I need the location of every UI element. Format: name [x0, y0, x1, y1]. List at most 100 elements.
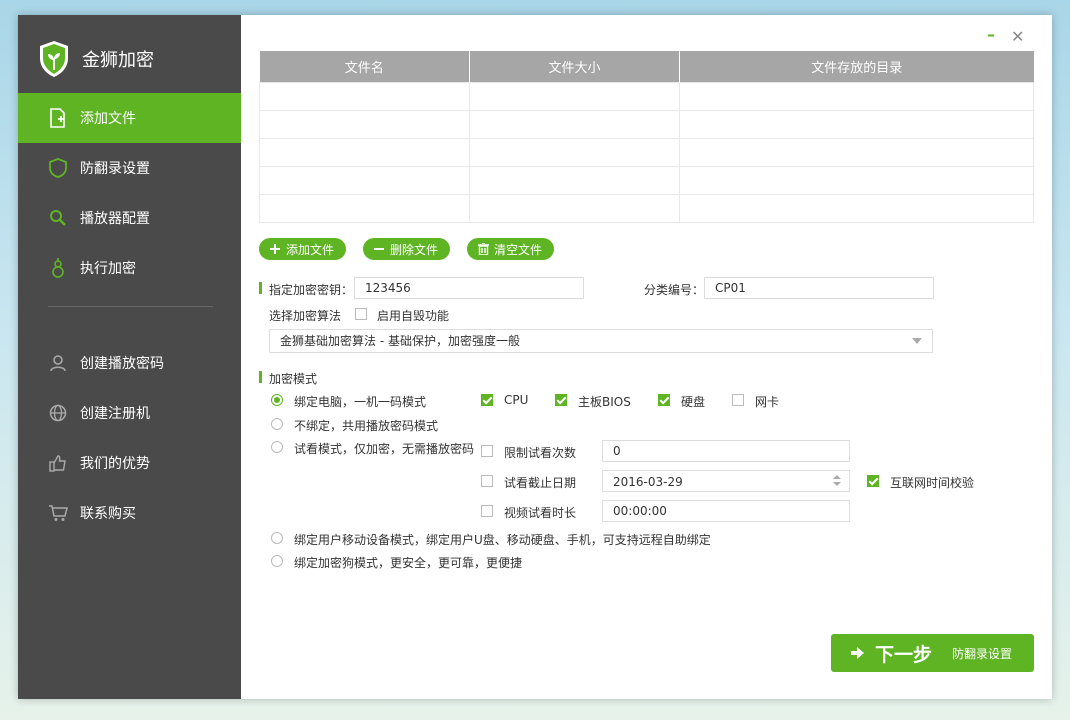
sidebar-item-anti-record[interactable]: 防翻录设置 — [18, 143, 241, 193]
app-window: 金狮加密 添加文件 防翻录设置 播放器配置 执行加密 创建播放密码 创建注册机 … — [18, 15, 1052, 699]
user-icon — [46, 351, 70, 375]
arrow-right-icon — [851, 646, 865, 660]
table-cell — [259, 110, 470, 139]
table-cell — [679, 82, 1034, 111]
minus-icon — [373, 243, 385, 255]
table-row[interactable] — [259, 166, 1034, 195]
mode-option-label: 绑定加密狗模式，更安全，更可靠，更便捷 — [294, 556, 523, 570]
trash-icon — [477, 243, 489, 255]
table-cell — [259, 138, 470, 167]
table-cell — [679, 166, 1034, 195]
table-row[interactable] — [259, 82, 1034, 111]
col-header-filesize[interactable]: 文件大小 — [469, 51, 680, 83]
table-cell — [679, 138, 1034, 167]
disk-checkbox[interactable] — [658, 394, 670, 406]
algorithm-label: 选择加密算法 — [269, 309, 342, 323]
table-row[interactable] — [259, 194, 1034, 223]
sidebar-divider — [48, 306, 213, 307]
limit-count-input[interactable] — [602, 440, 850, 462]
minimize-button[interactable]: – — [987, 25, 995, 44]
table-cell — [679, 194, 1034, 223]
section-marker — [259, 371, 262, 383]
sidebar-item-contact-buy[interactable]: 联系购买 — [18, 488, 241, 538]
table-cell — [679, 110, 1034, 139]
sidebar-item-label: 执行加密 — [80, 261, 136, 277]
sidebar-item-label: 创建注册机 — [80, 406, 150, 422]
col-header-directory[interactable]: 文件存放的目录 — [679, 51, 1034, 83]
table-cell — [259, 194, 470, 223]
mode-option-label: 试看模式，仅加密，无需播放密码 — [294, 442, 475, 456]
next-step-button[interactable]: 下一步 防翻录设置 — [831, 634, 1034, 672]
limit-count-label: 限制试看次数 — [504, 446, 577, 460]
sidebar-item-create-play-password[interactable]: 创建播放密码 — [18, 338, 241, 388]
table-cell — [469, 138, 680, 167]
search-icon — [46, 206, 70, 230]
end-date-checkbox[interactable] — [481, 475, 493, 487]
duration-checkbox[interactable] — [481, 505, 493, 517]
self-destruct-checkbox[interactable] — [355, 308, 367, 320]
sidebar-item-label: 播放器配置 — [80, 211, 150, 227]
end-date-value: 2016-03-29 — [613, 475, 683, 489]
mode-option-label: 不绑定，共用播放密码模式 — [294, 419, 439, 433]
table-cell — [469, 82, 680, 111]
clear-files-label: 清空文件 — [494, 242, 543, 257]
cpu-checkbox[interactable] — [481, 394, 493, 406]
mode-label: 加密模式 — [269, 372, 318, 386]
mode-radio-no-bind[interactable] — [271, 418, 283, 430]
bios-checkbox[interactable] — [555, 394, 567, 406]
internet-time-label: 互联网时间校验 — [890, 476, 975, 490]
cpu-label: CPU — [504, 393, 529, 407]
delete-file-label: 删除文件 — [390, 242, 439, 257]
bios-label: 主板BIOS — [578, 395, 631, 409]
next-step-label: 下一步 — [875, 643, 933, 666]
thumbs-up-icon — [46, 451, 70, 475]
table-cell — [469, 166, 680, 195]
brand-name: 金狮加密 — [82, 50, 154, 71]
table-row[interactable] — [259, 110, 1034, 139]
end-date-label: 试看截止日期 — [504, 476, 577, 490]
next-step-sublabel: 防翻录设置 — [952, 646, 1013, 661]
internet-time-checkbox[interactable] — [867, 475, 879, 487]
chevron-down-icon — [912, 338, 922, 344]
duration-input[interactable] — [602, 500, 850, 522]
sidebar-item-create-keygen[interactable]: 创建注册机 — [18, 388, 241, 438]
col-header-filename[interactable]: 文件名 — [259, 51, 470, 83]
category-input[interactable] — [704, 277, 934, 299]
nic-checkbox[interactable] — [732, 394, 744, 406]
sidebar-item-run-encrypt[interactable]: 执行加密 — [18, 243, 241, 293]
brand: 金狮加密 — [38, 39, 154, 79]
sidebar: 金狮加密 添加文件 防翻录设置 播放器配置 执行加密 创建播放密码 创建注册机 … — [18, 15, 241, 699]
mode-radio-dongle[interactable] — [271, 555, 283, 567]
shield-logo-icon — [38, 40, 70, 78]
nic-label: 网卡 — [755, 395, 780, 409]
category-label: 分类编号： — [644, 283, 705, 297]
table-header-row: 文件名 文件大小 文件存放的目录 — [259, 51, 1034, 83]
sidebar-item-advantages[interactable]: 我们的优势 — [18, 438, 241, 488]
sidebar-item-label: 创建播放密码 — [80, 356, 164, 372]
duration-label: 视频试看时长 — [504, 506, 577, 520]
gourd-icon — [46, 256, 70, 280]
mode-radio-bind-pc[interactable] — [271, 394, 283, 406]
main-panel: – ✕ 文件名 文件大小 文件存放的目录 添加文件 删除文件 清空文件 指定加密… — [241, 15, 1052, 699]
add-file-button[interactable]: 添加文件 — [259, 238, 347, 260]
table-row[interactable] — [259, 138, 1034, 167]
date-spinner[interactable] — [833, 475, 841, 489]
clear-files-button[interactable]: 清空文件 — [467, 238, 555, 260]
close-button[interactable]: ✕ — [1011, 27, 1024, 46]
files-table: 文件名 文件大小 文件存放的目录 — [259, 51, 1034, 223]
sidebar-item-add-files[interactable]: 添加文件 — [18, 93, 241, 143]
algorithm-select[interactable]: 金狮基础加密算法 - 基础保护，加密强度一般 — [269, 329, 933, 353]
sidebar-item-label: 联系购买 — [80, 506, 136, 522]
sidebar-item-label: 添加文件 — [80, 111, 136, 127]
limit-count-checkbox[interactable] — [481, 445, 493, 457]
table-cell — [469, 110, 680, 139]
table-cell — [469, 194, 680, 223]
mode-radio-trial[interactable] — [271, 441, 283, 453]
file-add-icon — [46, 106, 70, 130]
sidebar-item-label: 我们的优势 — [80, 456, 150, 472]
delete-file-button[interactable]: 删除文件 — [363, 238, 451, 260]
end-date-input[interactable]: 2016-03-29 — [602, 470, 850, 492]
key-input[interactable] — [354, 277, 584, 299]
sidebar-item-player-config[interactable]: 播放器配置 — [18, 193, 241, 243]
mode-radio-mobile-device[interactable] — [271, 532, 283, 544]
